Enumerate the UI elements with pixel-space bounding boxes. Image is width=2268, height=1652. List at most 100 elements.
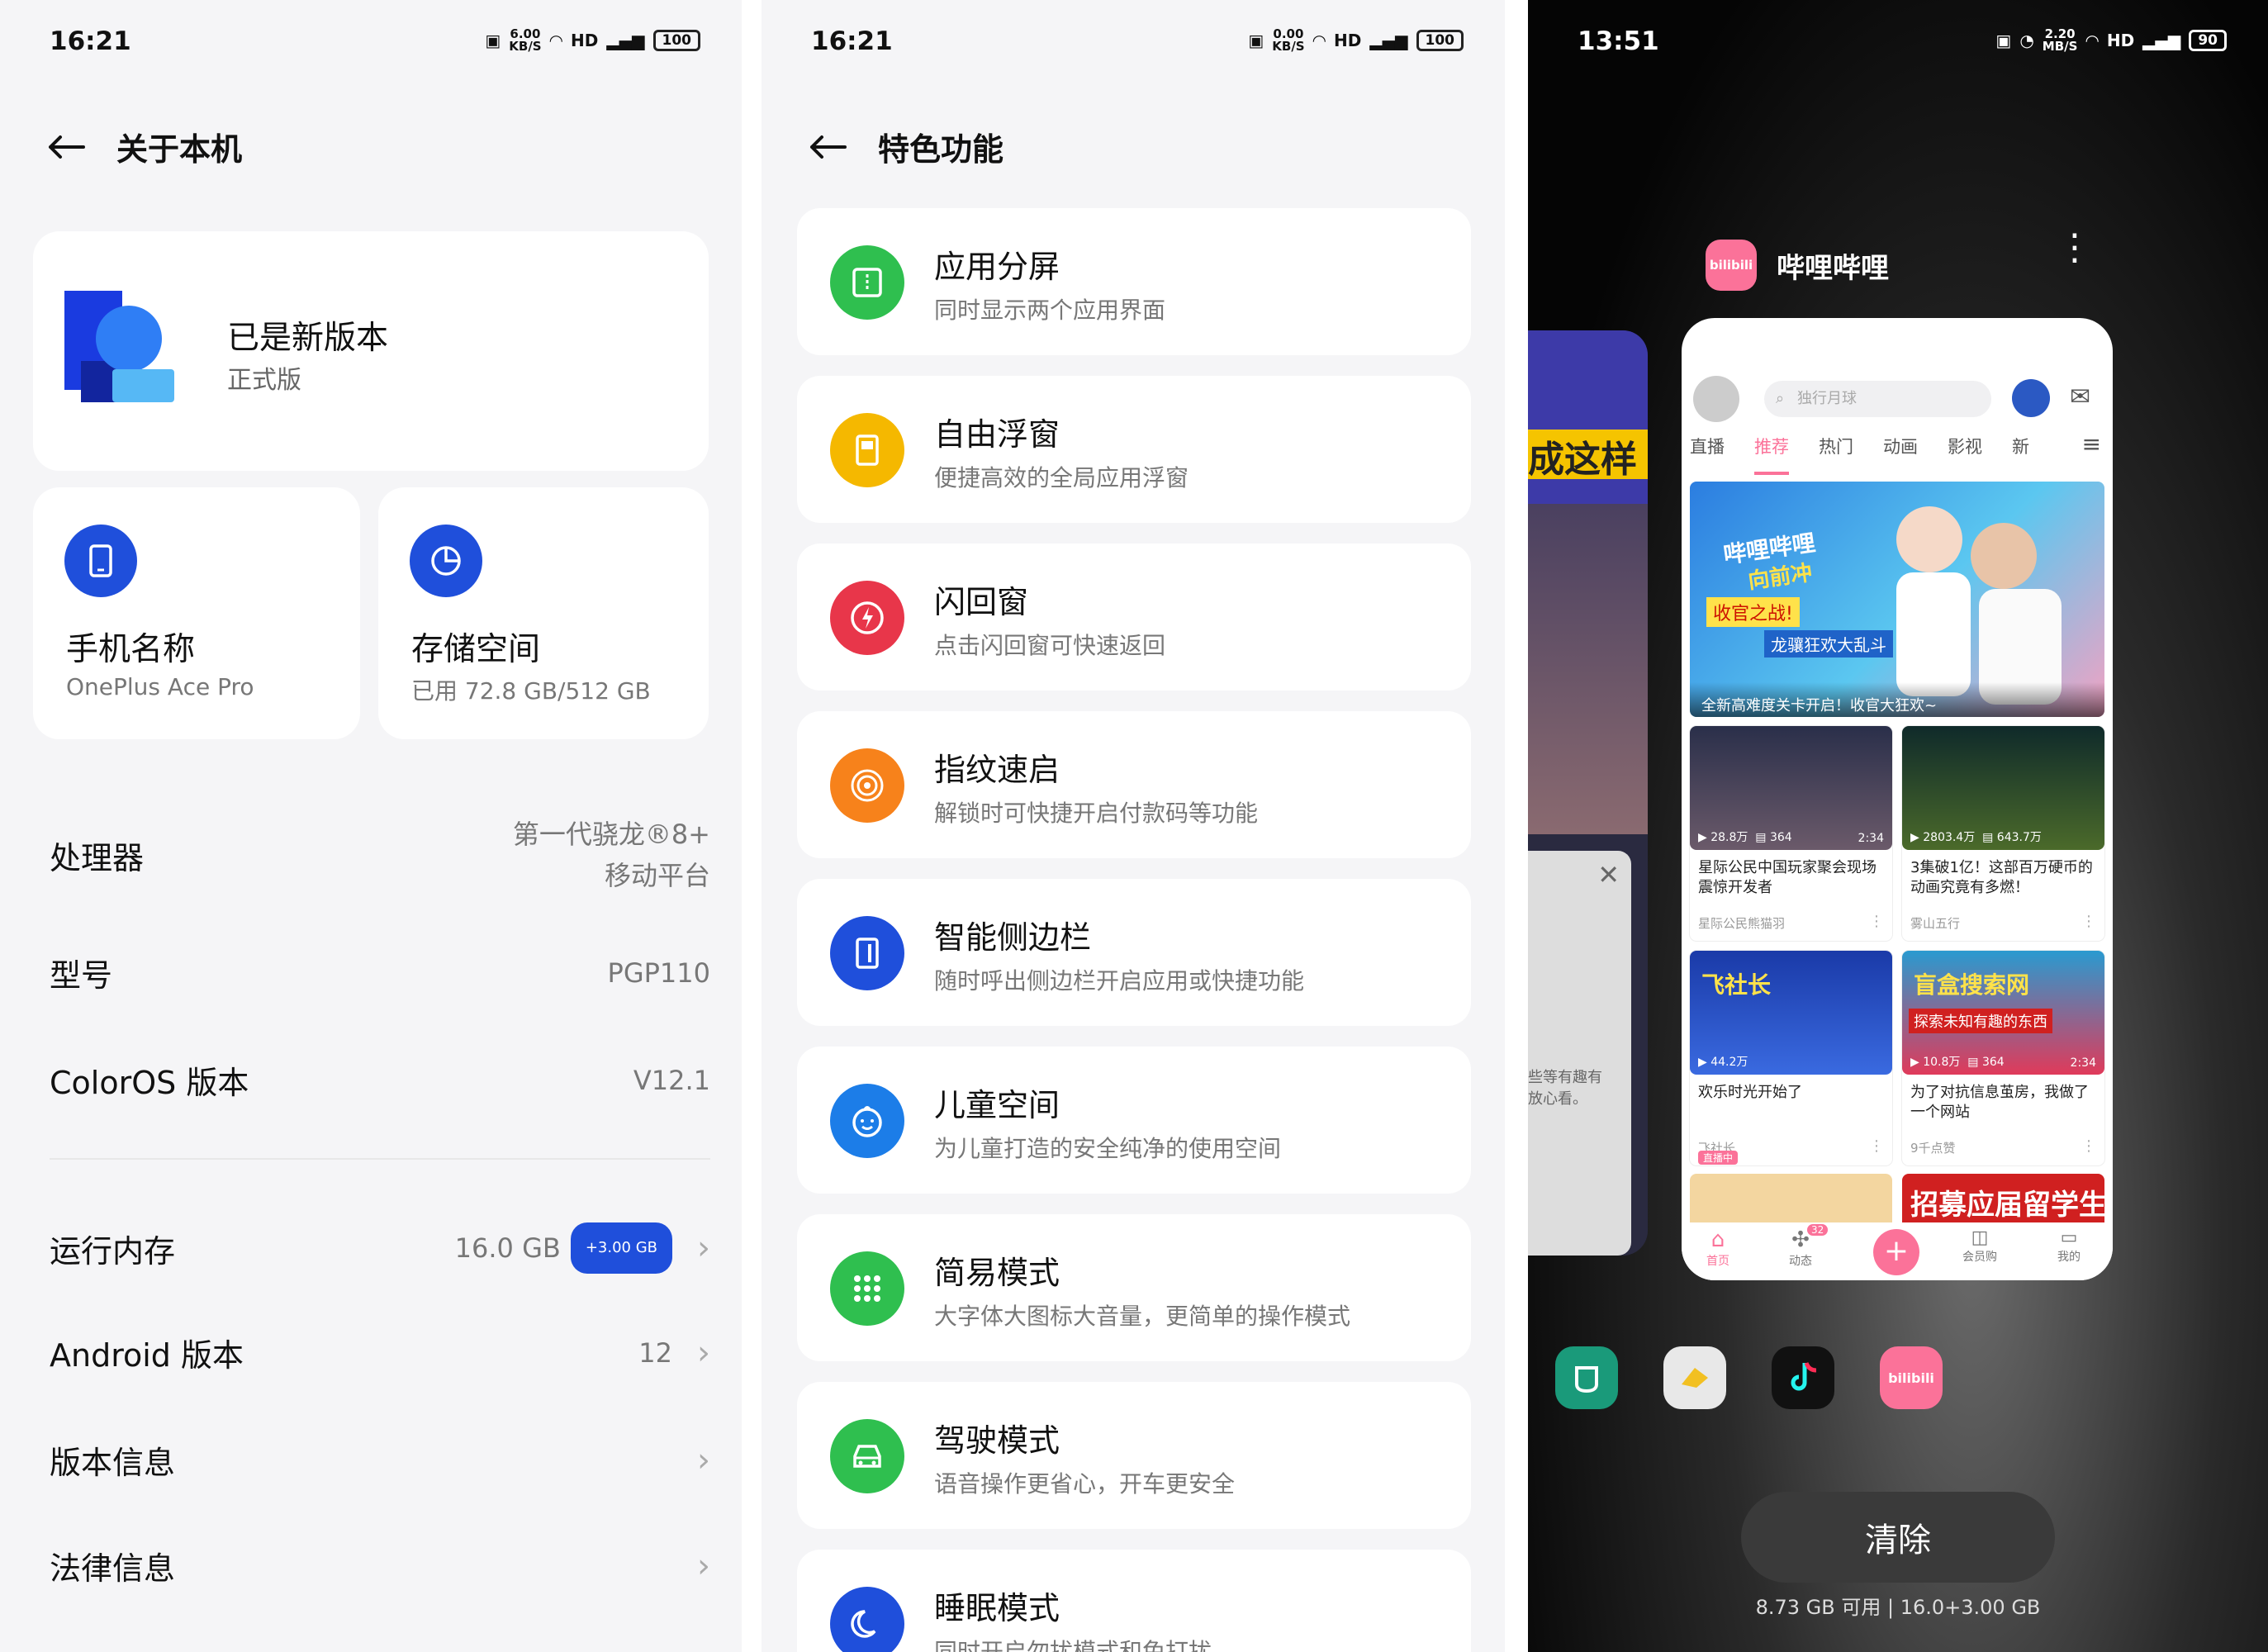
mi-home-icon[interactable]	[1555, 1346, 1618, 1409]
add-button[interactable]: +	[1873, 1229, 1919, 1275]
more-icon[interactable]: ⋮	[2081, 913, 2096, 930]
nav-mall[interactable]: ◫ 会员购	[1962, 1227, 1997, 1265]
wifi-icon: ◠	[1312, 31, 1326, 50]
previous-app-card[interactable]: 成这样 ✕ 些等有趣有 放心看。	[1528, 330, 1648, 1256]
video-card[interactable]: 飞社长 ▶ 44.2万 欢乐时光开始了 飞社长 直播中 ⋮	[1690, 951, 1892, 1165]
more-options-icon[interactable]: ⋮	[2057, 230, 2093, 266]
version-card[interactable]: 已是新版本 正式版	[33, 231, 709, 471]
recent-apps-screen: 13:51 ▣ ◔ 2.20 MB/S ◠ HD ▂▄▆ 90 成这样 ✕ 些等有…	[1528, 0, 2268, 1652]
nfc-icon: ▣	[1248, 31, 1264, 50]
video-card[interactable]: ▶ 28.8万 ▤ 364 2:34 星际公民中国玩家聚会现场震惊开发者 星际公民熊猫…	[1690, 726, 1892, 941]
net-speed: 6.00 KB/S	[509, 26, 542, 54]
tab-2[interactable]: 热门	[1819, 434, 1853, 475]
xianyu-icon[interactable]	[1663, 1346, 1726, 1409]
ram-row[interactable]: 运行内存 16.0 GB +3.00 GB ›	[50, 1222, 710, 1274]
menu-icon[interactable]: ≡	[2082, 430, 2101, 458]
phone-name-card[interactable]: 手机名称 OnePlus Ace Pro	[33, 487, 360, 739]
feature-item[interactable]: 应用分屏 同时显示两个应用界面	[797, 208, 1471, 355]
app-dock: bilibili	[1555, 1346, 1943, 1409]
video-title: 欢乐时光开始了	[1698, 1084, 1802, 1101]
nfc-icon: ▣	[485, 31, 501, 50]
grid-dots-icon	[830, 1251, 904, 1326]
status-time: 16:21	[811, 26, 893, 56]
feature-item[interactable]: 驾驶模式 语音操作更省心，开车更安全	[797, 1382, 1471, 1529]
car-icon	[830, 1419, 904, 1493]
phone-icon	[64, 525, 137, 597]
feature-item[interactable]: 睡眠模式 同时开启勿扰模式和免打扰	[797, 1550, 1471, 1652]
feature-item[interactable]: 智能侧边栏 随时呼出侧边栏开启应用或快捷功能	[797, 879, 1471, 1026]
bilibili-app-card[interactable]: ⌕ 独行月球 ✉ 直播 推荐 热门 动画 影视新 ≡ 哔哩哔哩 向前冲 收官之战! 龙骧…	[1682, 318, 2113, 1280]
chevron-right-icon: ›	[697, 1333, 710, 1372]
status-icons: ▣ 6.00 KB/S ◠ HD ▂▄▆ 100	[485, 28, 700, 53]
status-time: 16:21	[50, 26, 131, 56]
version-subtitle: 正式版	[227, 366, 301, 395]
uploader: 9千点赞	[1910, 1141, 1956, 1156]
tab-1[interactable]: 推荐	[1754, 434, 1789, 475]
page-header: 特色功能	[807, 124, 1004, 169]
phone-name-label: 手机名称	[66, 631, 196, 668]
processor-value: 第一代骁龙®8+ 移动平台	[512, 819, 710, 891]
more-icon[interactable]: ⋮	[1869, 913, 1884, 930]
dialog-text: 些等有趣有 放心看。	[1528, 1069, 1602, 1108]
mail-icon[interactable]: ✉	[2070, 382, 2090, 411]
split-screen-icon	[830, 245, 904, 320]
feature-title: 驾驶模式	[934, 1422, 1060, 1459]
model-value: PGP110	[607, 957, 710, 989]
legal-info-label: 法律信息	[50, 1550, 176, 1587]
video-title: 星际公民中国玩家聚会现场震惊开发者	[1698, 859, 1877, 896]
coloros-logo-icon	[64, 291, 174, 402]
tab-4[interactable]: 影视	[1948, 434, 1982, 475]
banner-text: 龙骧狂欢大乱斗	[1764, 630, 1893, 657]
tab-5[interactable]: 新	[2012, 434, 2029, 475]
uploader: 星际公民熊猫羽	[1698, 916, 1786, 931]
clear-button[interactable]: 清除	[1741, 1492, 2055, 1583]
legal-info-row[interactable]: 法律信息 ›	[50, 1543, 710, 1588]
version-title: 已是新版本	[227, 320, 389, 357]
status-bar: 16:21 ▣ 0.00 KB/S ◠ HD ▂▄▆ 100	[762, 0, 1505, 83]
divider	[50, 1158, 710, 1160]
coloros-version-row: ColorOS 版本 V12.1	[50, 1057, 710, 1103]
storage-card[interactable]: 存储空间 已用 72.8 GB/512 GB	[378, 487, 709, 739]
feature-item[interactable]: 简易模式 大字体大图标大音量，更简单的操作模式	[797, 1214, 1471, 1361]
moon-icon	[830, 1587, 904, 1652]
video-card[interactable]: ▶ 2803.4万 ▤ 643.7万 3集破1亿！这部百万硬币的动画究竟有多燃！ 雾…	[1902, 726, 2104, 941]
floating-window-icon	[830, 413, 904, 487]
video-title: 为了对抗信息茧房，我做了一个网站	[1910, 1084, 2089, 1121]
feature-item[interactable]: 闪回窗 点击闪回窗可快速返回	[797, 544, 1471, 691]
version-info-row[interactable]: 版本信息 ›	[50, 1437, 710, 1483]
nav-dynamic[interactable]: ✣ 动态 32	[1789, 1224, 1829, 1269]
back-button[interactable]	[45, 126, 87, 168]
nav-home[interactable]: ⌂ 首页	[1706, 1227, 1729, 1269]
net-speed: 0.00 KB/S	[1272, 26, 1305, 54]
game-center-icon[interactable]	[2012, 379, 2050, 417]
search-input[interactable]: ⌕ 独行月球	[1764, 381, 1991, 417]
feature-title: 闪回窗	[934, 584, 1029, 620]
feature-item[interactable]: 自由浮窗 便捷高效的全局应用浮窗	[797, 376, 1471, 523]
duration: 2:34	[2070, 1056, 2096, 1070]
bottom-nav: ⌂ 首页 ✣ 动态 32 + ◫ 会员购 ▭ 我的	[1682, 1222, 2113, 1280]
sidebar-icon	[830, 916, 904, 990]
close-icon: ✕	[1597, 859, 1620, 890]
memory-info: 8.73 GB 可用 | 16.0+3.00 GB	[1755, 1596, 2041, 1619]
feature-item[interactable]: 儿童空间 为儿童打造的安全纯净的使用空间	[797, 1047, 1471, 1194]
feature-item[interactable]: 指纹速启 解锁时可快捷开启付款码等功能	[797, 711, 1471, 858]
tiktok-icon[interactable]	[1772, 1346, 1834, 1409]
video-card[interactable]: 盲盒搜索网 探索未知有趣的东西 ▶ 10.8万 ▤ 364 2:34 为了对抗信息茧房，…	[1902, 951, 2104, 1165]
page-title: 特色功能	[878, 131, 1004, 168]
nav-mine[interactable]: ▭ 我的	[2057, 1227, 2081, 1265]
tab-0[interactable]: 直播	[1690, 434, 1725, 475]
back-arrow-icon	[49, 135, 85, 159]
tab-3[interactable]: 动画	[1883, 434, 1918, 475]
uploader: 雾山五行	[1910, 916, 1961, 931]
banner-text: 收官之战!	[1706, 597, 1800, 627]
avatar[interactable]	[1693, 376, 1739, 422]
android-version-row[interactable]: Android 版本 12 ›	[50, 1330, 710, 1375]
feature-title: 智能侧边栏	[934, 919, 1092, 956]
more-icon[interactable]: ⋮	[1869, 1137, 1884, 1155]
status-time: 13:51	[1578, 26, 1659, 56]
back-button[interactable]	[807, 126, 848, 168]
bilibili-icon[interactable]: bilibili	[1880, 1346, 1943, 1409]
model-label: 型号	[50, 957, 113, 994]
more-icon[interactable]: ⋮	[2081, 1137, 2096, 1155]
banner[interactable]: 哔哩哔哩 向前冲 收官之战! 龙骧狂欢大乱斗 全新高难度关卡开启！收官大狂欢~	[1690, 482, 2104, 717]
